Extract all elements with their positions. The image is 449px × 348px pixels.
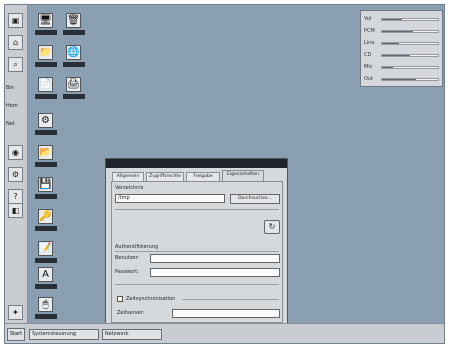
quick-launch-label: Net — [6, 121, 15, 127]
server-label: Zeitserver: — [117, 310, 145, 316]
tab-panel: Verzeichnis /tmp Durchsuchen... ↻ Authen… — [111, 181, 283, 323]
start-button[interactable]: Start — [7, 328, 25, 341]
mixer-row: Vol — [364, 15, 440, 24]
desktop-icon-font[interactable]: A — [35, 267, 57, 293]
sync-checkbox[interactable] — [117, 296, 123, 302]
mixer-slider[interactable] — [381, 18, 439, 21]
mixer-label: Vol — [364, 16, 372, 22]
directory-label: Verzeichnis — [115, 185, 144, 191]
desktop-icon-trash[interactable]: 🗑 — [63, 13, 85, 39]
mixer-slider[interactable] — [381, 78, 439, 81]
mixer-slider[interactable] — [381, 66, 439, 69]
desktop-icon-folder[interactable]: 📁 — [35, 45, 57, 71]
mixer-row: PCM — [364, 27, 440, 36]
printer-icon: 🖨 — [66, 77, 81, 92]
key-icon: 🔑 — [38, 209, 53, 224]
gear-icon: ⚙ — [38, 113, 53, 128]
desktop-icon-gear[interactable]: ⚙ — [35, 113, 57, 139]
sync-label: Zeitsynchronisation — [126, 296, 176, 302]
home-icon[interactable]: ⌂ — [8, 35, 23, 50]
refresh-icon[interactable]: ↻ — [264, 220, 280, 234]
task-button[interactable]: Systemsteuerung — [29, 329, 99, 340]
tab-sharing[interactable]: Freigabe — [186, 172, 220, 181]
mixer-row: Out — [364, 75, 440, 84]
lock-icon[interactable]: ✦ — [8, 305, 23, 320]
quick-launch-bar: ▣ ⌂ ⌕ Bin Hom Net ◉ ⚙ ? ◧ ✦ — [5, 5, 28, 323]
tab-general[interactable]: Allgemein — [112, 172, 144, 181]
mixer-slider[interactable] — [381, 54, 439, 57]
help-icon[interactable]: ? — [8, 189, 23, 204]
mixer-label: Mic — [364, 64, 373, 70]
notes-icon: 📝 — [38, 241, 53, 256]
desktop-icon-notes[interactable]: 📝 — [35, 241, 57, 267]
user-label: Benutzer: — [115, 255, 140, 261]
desktop-icon-mouse[interactable]: 🖱 — [35, 297, 57, 323]
mixer-panel: Vol PCM Line CD Mic Out — [360, 10, 443, 87]
desktop-icon-printer[interactable]: 🖨 — [63, 77, 85, 103]
mixer-row: Mic — [364, 63, 440, 72]
directory-input[interactable]: /tmp — [115, 194, 225, 203]
mixer-label: Line — [364, 40, 375, 46]
mixer-row: Line — [364, 39, 440, 48]
mixer-row: CD — [364, 51, 440, 60]
auth-section-label: Authentifizierung — [115, 244, 159, 250]
network-icon[interactable]: ◉ — [8, 145, 23, 160]
trash-icon: 🗑 — [66, 13, 81, 28]
desktop: ▣ ⌂ ⌕ Bin Hom Net ◉ ⚙ ? ◧ ✦ 🖥 📁 📄 ⚙ 📂 💾 … — [4, 4, 445, 344]
password-input[interactable] — [150, 268, 280, 277]
dialog-titlebar[interactable] — [106, 159, 287, 168]
browse-button[interactable]: Durchsuchen... — [230, 194, 280, 204]
computer-icon: 🖥 — [38, 13, 53, 28]
task-button[interactable]: Netzwerk — [102, 329, 162, 340]
settings-icon[interactable]: ⚙ — [8, 167, 23, 182]
mixer-slider[interactable] — [381, 30, 439, 33]
mixer-label: Out — [364, 76, 374, 82]
terminal-icon[interactable]: ▣ — [8, 13, 23, 28]
mixer-slider[interactable] — [381, 42, 439, 45]
desktop-icon-disk[interactable]: 💾 — [35, 177, 57, 203]
mouse-icon: 🖱 — [38, 297, 53, 312]
desktop-icon-key[interactable]: 🔑 — [35, 209, 57, 235]
folder-icon: 📁 — [38, 45, 53, 60]
globe-icon: 🌐 — [66, 45, 81, 60]
tab-properties[interactable]: Eigenschaften — [222, 170, 264, 181]
properties-dialog: Allgemein Zugriffsrechte Freigabe Eigens… — [105, 158, 288, 341]
document-icon: 📄 — [38, 77, 53, 92]
server-input[interactable] — [172, 309, 280, 318]
password-label: Passwort: — [115, 269, 139, 275]
desktop-icon-network[interactable]: 🌐 — [63, 45, 85, 71]
mixer-label: PCM — [364, 28, 375, 34]
desktop-icon-folder-open[interactable]: 📂 — [35, 145, 57, 171]
folder-open-icon: 📂 — [38, 145, 53, 160]
search-icon[interactable]: ⌕ — [8, 57, 23, 72]
tab-permissions[interactable]: Zugriffsrechte — [146, 172, 184, 181]
quick-launch-label: Bin — [6, 85, 14, 91]
quick-launch-label: Hom — [6, 103, 18, 109]
taskbar: Start Systemsteuerung Netzwerk — [5, 323, 444, 343]
font-icon: A — [38, 267, 53, 282]
logo-icon[interactable]: ◧ — [8, 203, 23, 218]
user-input[interactable] — [150, 254, 280, 263]
mixer-label: CD — [364, 52, 372, 58]
desktop-icon-computer[interactable]: 🖥 — [35, 13, 57, 39]
disk-icon: 💾 — [38, 177, 53, 192]
desktop-icon-document[interactable]: 📄 — [35, 77, 57, 103]
